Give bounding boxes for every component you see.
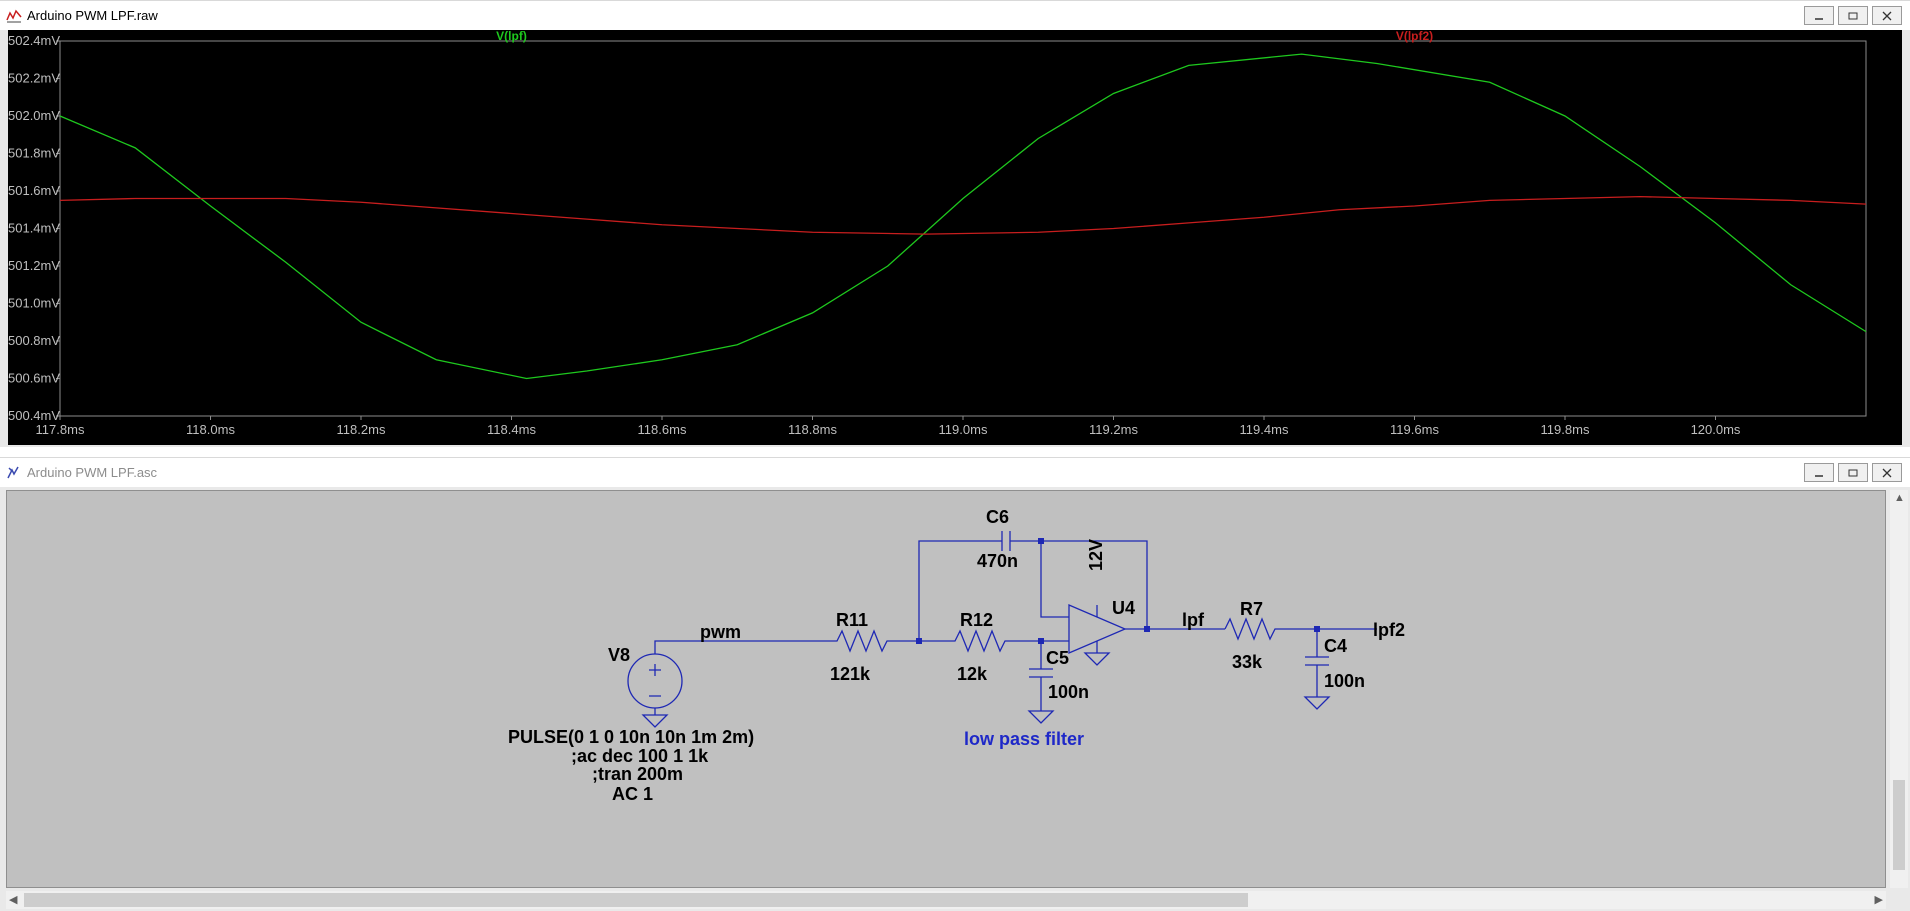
y-tick-label: 501.8mV [8, 146, 60, 161]
x-tick-label: 118.2ms [337, 422, 386, 437]
label-r12-value: 12k [957, 664, 988, 684]
label-r11: R11 [836, 610, 869, 630]
vertical-scrollbar[interactable]: ▲ [1890, 490, 1908, 888]
x-tick-label: 118.4ms [487, 422, 536, 437]
label-net-lpf: lpf [1182, 610, 1204, 630]
x-tick-label: 119.6ms [1390, 422, 1439, 437]
y-tick-label: 501.6mV [8, 183, 60, 198]
x-tick-label: 120.0ms [1691, 422, 1741, 437]
x-tick-label: 117.8ms [36, 422, 85, 437]
directive-tran[interactable]: ;tran 200m [592, 764, 683, 785]
x-tick-label: 118.0ms [186, 422, 235, 437]
label-r11-value: 121k [830, 664, 871, 684]
y-tick-label: 500.6mV [8, 371, 60, 386]
label-v8-value: PULSE(0 1 0 10n 10n 1m 2m) [508, 727, 755, 747]
y-tick-label: 502.4mV [8, 33, 60, 48]
x-tick-label: 118.6ms [638, 422, 687, 437]
y-tick-label: 502.0mV [8, 108, 60, 123]
label-c4-value: 100n [1324, 671, 1366, 691]
schematic-titlebar[interactable]: Arduino PWM LPF.asc [0, 458, 1910, 487]
restore-icon [1848, 12, 1858, 19]
y-tick-label: 500.8mV [8, 333, 60, 348]
x-tick-label: 119.4ms [1240, 422, 1289, 437]
vertical-scroll-thumb[interactable] [1893, 780, 1905, 870]
minimize-icon [1815, 17, 1823, 20]
scroll-up-icon[interactable]: ▲ [1894, 492, 1905, 504]
schematic-window-title: Arduino PWM LPF.asc [27, 465, 158, 480]
scroll-right-icon[interactable]: ▶ [1875, 893, 1883, 906]
x-tick-label: 119.0ms [939, 422, 988, 437]
minimize-icon [1815, 474, 1823, 477]
x-tick-label: 119.8ms [1541, 422, 1590, 437]
label-net-lpf2: lpf2 [1373, 620, 1406, 640]
close-button[interactable] [1872, 6, 1902, 25]
label-v8-ac: AC 1 [612, 784, 654, 804]
close-icon [1882, 468, 1892, 477]
schematic-window[interactable]: Arduino PWM LPF.asc C6 470n 12V U4 lpf R… [0, 457, 1910, 911]
y-tick-label: 501.0mV [8, 296, 60, 311]
label-u4: U4 [1112, 598, 1136, 618]
restore-button[interactable] [1838, 6, 1868, 25]
schematic-app-icon [7, 466, 19, 478]
waveform-window-title: Arduino PWM LPF.raw [27, 8, 158, 23]
x-tick-label: 119.2ms [1089, 422, 1138, 437]
schematic-minimize-button[interactable] [1804, 463, 1834, 482]
label-r7-value: 33k [1232, 652, 1263, 672]
label-c5: C5 [1046, 648, 1070, 668]
x-tick-label: 118.8ms [788, 422, 837, 437]
label-u4-supply: 12V [1086, 538, 1106, 571]
waveform-window[interactable]: Arduino PWM LPF.raw 502.4mV 502.2mV 502.0m… [0, 0, 1910, 447]
legend-label-vlpf[interactable]: V(lpf) [496, 30, 527, 43]
label-c6-value: 470n [977, 551, 1019, 571]
waveform-plot[interactable]: 502.4mV 502.2mV 502.0mV 501.8mV 501.6mV 501.4… [8, 30, 1902, 445]
schematic-restore-button[interactable] [1838, 463, 1868, 482]
y-tick-label: 501.2mV [8, 258, 60, 273]
minimize-button[interactable] [1804, 6, 1834, 25]
waveform-app-icon [6, 7, 22, 24]
schematic-close-button[interactable] [1872, 463, 1902, 482]
y-tick-label: 500.4mV [8, 408, 60, 423]
label-net-pwm: pwm [700, 622, 742, 642]
plot-background [8, 30, 1902, 445]
comment-low-pass-filter[interactable]: low pass filter [964, 729, 1084, 750]
waveform-titlebar[interactable]: Arduino PWM LPF.raw [0, 1, 1910, 30]
scroll-left-icon[interactable]: ◀ [9, 893, 17, 906]
label-r12: R12 [960, 610, 994, 630]
label-v8: V8 [608, 645, 631, 665]
label-c6: C6 [986, 507, 1010, 527]
restore-icon [1848, 469, 1858, 476]
close-icon [1882, 11, 1892, 20]
y-tick-label: 502.2mV [8, 71, 60, 86]
label-c4: C4 [1324, 636, 1348, 656]
label-r7: R7 [1240, 599, 1264, 619]
horizontal-scrollbar[interactable]: ◀ ▶ [6, 891, 1886, 909]
y-tick-label: 501.4mV [8, 221, 60, 236]
horizontal-scroll-thumb[interactable] [24, 893, 1248, 907]
schematic-canvas[interactable]: C6 470n 12V U4 lpf R7 33k lpf2 C4 100n R… [6, 490, 1886, 888]
label-c5-value: 100n [1048, 682, 1090, 702]
legend-label-vlpf2[interactable]: V(lpf2) [1396, 30, 1433, 43]
